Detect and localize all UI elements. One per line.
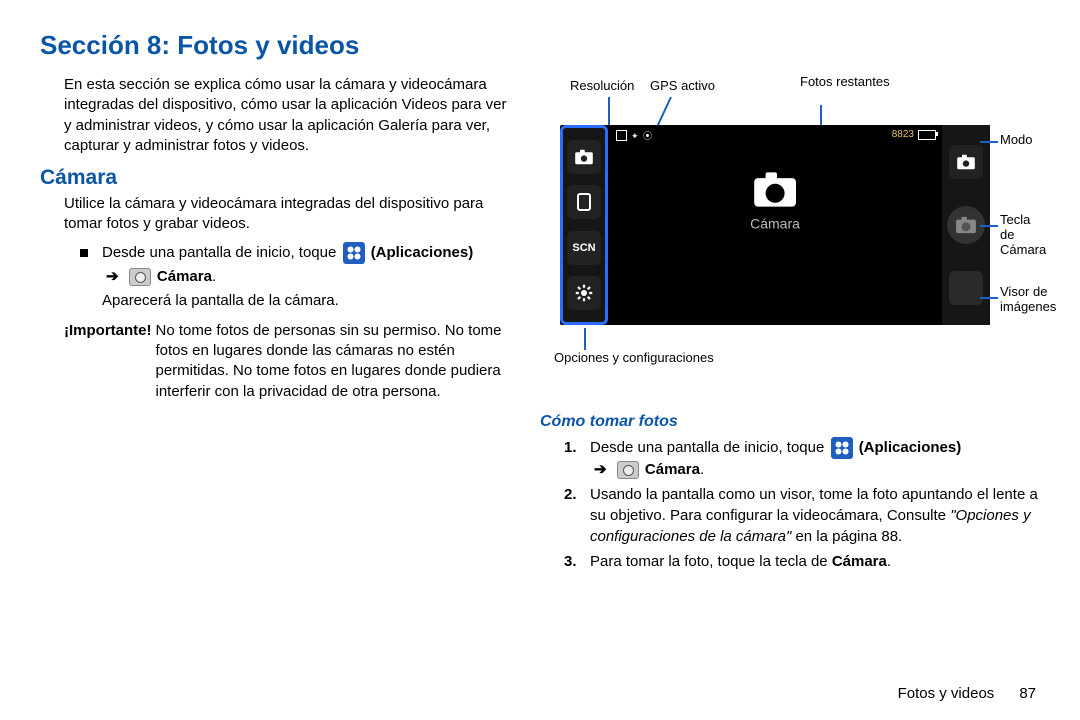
s3b: Cámara (832, 553, 887, 570)
mode-button[interactable] (949, 145, 983, 179)
s1-cam: Cámara (645, 461, 700, 478)
gallery-button[interactable] (949, 271, 983, 305)
label-visor: Visor de imágenes (1000, 285, 1056, 315)
s1-prefix: Desde una pantalla de inicio, toque (590, 439, 829, 456)
label-resolucion: Resolución (570, 79, 634, 94)
camera-diagram: Resolución GPS activo Fotos restantes ✦ … (540, 75, 1040, 405)
camera-icon (617, 461, 639, 479)
camera-step: Desde una pantalla de inicio, toque (Apl… (80, 241, 514, 311)
flash-button[interactable] (567, 185, 601, 219)
settings-button[interactable] (567, 276, 601, 310)
bullet-icon (80, 249, 88, 257)
s3c: . (887, 553, 891, 570)
label-fotos-restantes: Fotos restantes (800, 75, 890, 90)
right-column: Resolución GPS activo Fotos restantes ✦ … (540, 75, 1040, 576)
apps-icon (831, 437, 853, 459)
apps-label: (Aplicaciones) (371, 244, 474, 261)
scene-mode-button[interactable]: SCN (567, 231, 601, 265)
step-3: 3. Para tomar la foto, toque la tecla de… (564, 551, 1040, 572)
counter-value: 8823 (892, 129, 914, 140)
s2b: en la página 88. (795, 528, 902, 545)
arrow-icon: ➔ (594, 461, 607, 478)
intro-text: En esta sección se explica cómo usar la … (40, 75, 514, 156)
label-tecla-camara: Tecla de Cámara (1000, 213, 1046, 258)
resolution-indicator-icon (616, 130, 627, 141)
apps-icon (343, 242, 365, 264)
step-2: 2. Usando la pantalla como un visor, tom… (564, 484, 1040, 547)
howto-steps: 1. Desde una pantalla de inicio, toque (… (540, 437, 1040, 572)
camera-desc: Utilice la cámara y videocámara integrad… (40, 194, 514, 235)
camera-label: Cámara (157, 268, 212, 285)
s1-apps: (Aplicaciones) (859, 439, 962, 456)
photo-counter: 8823 (892, 129, 936, 140)
left-column: En esta sección se explica cómo usar la … (40, 75, 514, 576)
camera-icon (129, 268, 151, 286)
period: . (212, 268, 216, 285)
center-camera-label: Cámara (750, 216, 800, 232)
important-text: No tome fotos de personas sin su permiso… (156, 321, 515, 402)
battery-icon (918, 130, 936, 140)
label-modo: Modo (1000, 133, 1033, 148)
s3a: Para tomar la foto, toque la tecla de (590, 553, 832, 570)
camera-heading: Cámara (40, 166, 514, 190)
howto-heading: Cómo tomar fotos (540, 413, 1040, 431)
label-opciones: Opciones y configuraciones (554, 351, 714, 366)
camera-preview: ✦ ⦿ 8823 SCN Cámara (560, 125, 990, 325)
footer-chapter: Fotos y videos (898, 685, 995, 702)
camera-step-prefix: Desde una pantalla de inicio, toque (102, 244, 341, 261)
switch-camera-button[interactable] (567, 140, 601, 174)
center-camera-icon: Cámara (750, 171, 800, 232)
label-gps: GPS activo (650, 79, 715, 94)
step-1: 1. Desde una pantalla de inicio, toque (… (564, 437, 1040, 480)
status-text: ✦ ⦿ (631, 129, 653, 142)
important-label: ¡Importante! (64, 321, 152, 402)
camera-after: Aparecerá la pantalla de la cámara. (102, 291, 514, 311)
important-block: ¡Importante! No tome fotos de personas s… (64, 321, 514, 402)
page-footer: Fotos y videos 87 (898, 685, 1036, 702)
status-bar: ✦ ⦿ (616, 129, 653, 142)
section-title: Sección 8: Fotos y videos (40, 30, 1040, 61)
footer-page: 87 (1019, 685, 1036, 702)
arrow-icon: ➔ (106, 268, 119, 285)
left-stripe: SCN (560, 125, 608, 325)
